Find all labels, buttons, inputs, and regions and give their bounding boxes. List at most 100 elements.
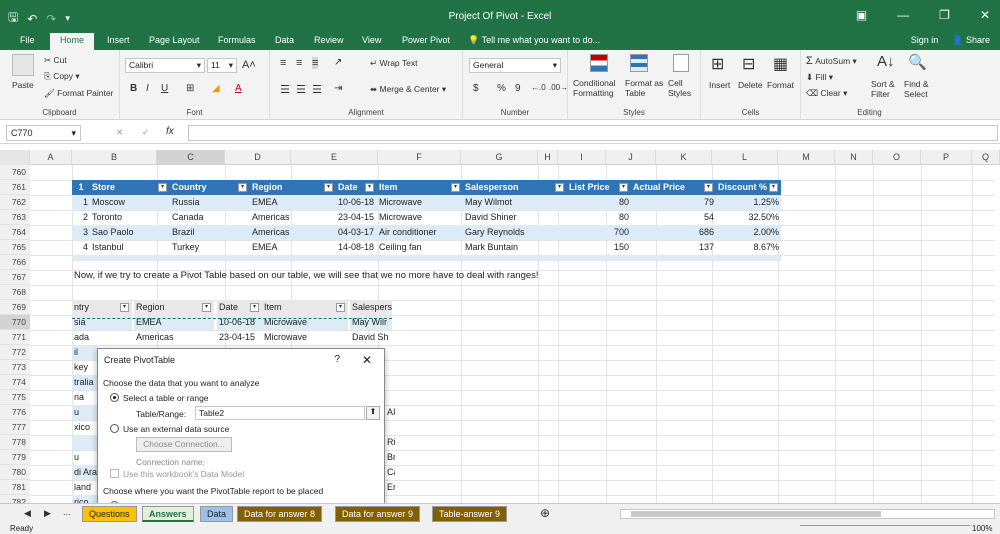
table-cell[interactable]: 23-04-15: [336, 210, 377, 225]
table-cell[interactable]: Toronto: [90, 210, 170, 225]
column-header-j[interactable]: J: [606, 150, 656, 165]
row-header[interactable]: 770: [0, 315, 30, 330]
column-header-q[interactable]: Q: [972, 150, 1000, 165]
bold-button[interactable]: B: [130, 83, 137, 94]
row-header[interactable]: 779: [0, 450, 30, 465]
filter-dropdown-icon[interactable]: ▾: [250, 303, 259, 312]
table-cell[interactable]: 2.00%: [716, 225, 781, 240]
align-left-icon[interactable]: ☰: [280, 83, 290, 96]
table-cell[interactable]: EMEA: [250, 240, 336, 255]
dialog-close-button[interactable]: ✕: [362, 353, 372, 367]
column-header-b[interactable]: B: [72, 150, 157, 165]
align-top-icon[interactable]: ≡: [280, 57, 286, 69]
table-cell[interactable]: Ceiling fan: [377, 240, 463, 255]
filter-dropdown-icon[interactable]: ▾: [238, 183, 247, 192]
column-header-k[interactable]: K: [656, 150, 712, 165]
table-cell[interactable]: Turkey: [170, 240, 250, 255]
tab-insert[interactable]: Insert: [107, 35, 130, 45]
restore-icon[interactable]: ❐: [939, 8, 950, 22]
column-header-n[interactable]: N: [835, 150, 873, 165]
horizontal-scrollbar[interactable]: [620, 509, 995, 519]
row-header[interactable]: 761: [0, 180, 30, 195]
lower-cell-fragment[interactable]: xico: [72, 420, 98, 435]
column-header-a[interactable]: A: [30, 150, 72, 165]
lower-cell[interactable]: David Sh: [350, 330, 392, 345]
lower-cell-fragment[interactable]: na: [72, 390, 98, 405]
sheet-tab[interactable]: Data: [200, 506, 234, 522]
table-cell[interactable]: Russia: [170, 195, 250, 210]
column-header-i[interactable]: I: [558, 150, 606, 165]
sign-in-link[interactable]: Sign in: [911, 35, 939, 46]
external-source-radio[interactable]: [110, 424, 119, 433]
collapse-dialog-icon[interactable]: ⬆: [366, 406, 380, 420]
column-header-h[interactable]: H: [538, 150, 558, 165]
scroll-left-icon[interactable]: ◀: [24, 508, 31, 519]
lower-header[interactable]: Salespers: [350, 300, 392, 315]
column-header-e[interactable]: E: [291, 150, 378, 165]
tab-data[interactable]: Data: [275, 35, 294, 45]
filter-dropdown-icon[interactable]: ▾: [704, 183, 713, 192]
comma-button[interactable]: 9: [515, 83, 521, 94]
table-cell[interactable]: Air conditioner: [377, 225, 463, 240]
row-header[interactable]: 768: [0, 285, 30, 300]
scrollbar-thumb[interactable]: [631, 511, 881, 517]
lower-cell-fragment[interactable]: u: [72, 405, 98, 420]
column-header-c[interactable]: C: [157, 150, 225, 165]
new-sheet-icon[interactable]: ⊕: [540, 506, 550, 520]
filter-dropdown-icon[interactable]: ▾: [365, 183, 374, 192]
lower-cell[interactable]: ada: [72, 330, 132, 345]
row-header[interactable]: 760: [0, 165, 30, 180]
fill-button[interactable]: ⬇ Fill ▾: [806, 72, 833, 83]
table-cell[interactable]: 1.25%: [716, 195, 781, 210]
column-header-f[interactable]: F: [378, 150, 461, 165]
font-grow-icon[interactable]: A˄: [242, 59, 256, 71]
row-header[interactable]: 762: [0, 195, 30, 210]
lower-cell-fragment[interactable]: tralia: [72, 375, 98, 390]
table-cell[interactable]: 137: [631, 240, 716, 255]
italic-button[interactable]: I: [146, 83, 149, 94]
select-table-radio[interactable]: [110, 393, 119, 402]
table-cell[interactable]: Istanbul: [90, 240, 170, 255]
row-header[interactable]: 774: [0, 375, 30, 390]
sheet-tab[interactable]: Answers: [142, 506, 194, 522]
format-as-table-button[interactable]: Format as Table: [625, 78, 667, 98]
share-button[interactable]: 👤 Share: [952, 35, 990, 46]
ribbon-display-icon[interactable]: ▣: [856, 8, 867, 22]
column-header-p[interactable]: P: [921, 150, 972, 165]
row-header[interactable]: 780: [0, 465, 30, 480]
column-header-l[interactable]: L: [712, 150, 778, 165]
tab-power-pivot[interactable]: Power Pivot: [402, 35, 450, 45]
cut-button[interactable]: ✂ Cut: [44, 55, 67, 66]
tab-home[interactable]: Home: [50, 33, 95, 50]
help-button[interactable]: ?: [334, 354, 340, 365]
table-cell[interactable]: 686: [631, 225, 716, 240]
table-cell[interactable]: 79: [631, 195, 716, 210]
name-box[interactable]: C770 ▾: [6, 125, 81, 141]
format-cells-button[interactable]: Format: [767, 80, 794, 90]
align-center-icon[interactable]: ☰: [296, 83, 306, 96]
align-right-icon[interactable]: ☰: [312, 83, 322, 96]
filter-dropdown-icon[interactable]: ▾: [555, 183, 564, 192]
row-header[interactable]: 775: [0, 390, 30, 405]
insert-cells-button[interactable]: Insert: [709, 80, 730, 90]
table-cell[interactable]: 04-03-17: [336, 225, 377, 240]
minimize-icon[interactable]: —: [897, 8, 909, 22]
align-middle-icon[interactable]: ≡: [296, 57, 302, 69]
lower-cell-fragment[interactable]: Er: [385, 480, 395, 495]
cancel-entry-icon[interactable]: ✕: [116, 127, 123, 138]
row-header[interactable]: 769: [0, 300, 30, 315]
row-header[interactable]: 777: [0, 420, 30, 435]
row-header[interactable]: 778: [0, 435, 30, 450]
tab-file[interactable]: File: [20, 35, 35, 45]
borders-icon[interactable]: ⊞: [186, 83, 194, 94]
sheet-tab[interactable]: Table-answer 9: [432, 506, 508, 522]
tab-view[interactable]: View: [362, 35, 381, 45]
filter-dropdown-icon[interactable]: ▾: [769, 183, 778, 192]
currency-button[interactable]: $: [473, 83, 479, 94]
row-header[interactable]: 782: [0, 495, 30, 503]
data-model-checkbox[interactable]: [110, 469, 119, 478]
lower-cell-fragment[interactable]: u: [72, 450, 98, 465]
lower-cell-fragment[interactable]: di Ara: [72, 465, 98, 480]
scroll-right-icon[interactable]: ▶: [44, 508, 51, 519]
row-header[interactable]: 781: [0, 480, 30, 495]
